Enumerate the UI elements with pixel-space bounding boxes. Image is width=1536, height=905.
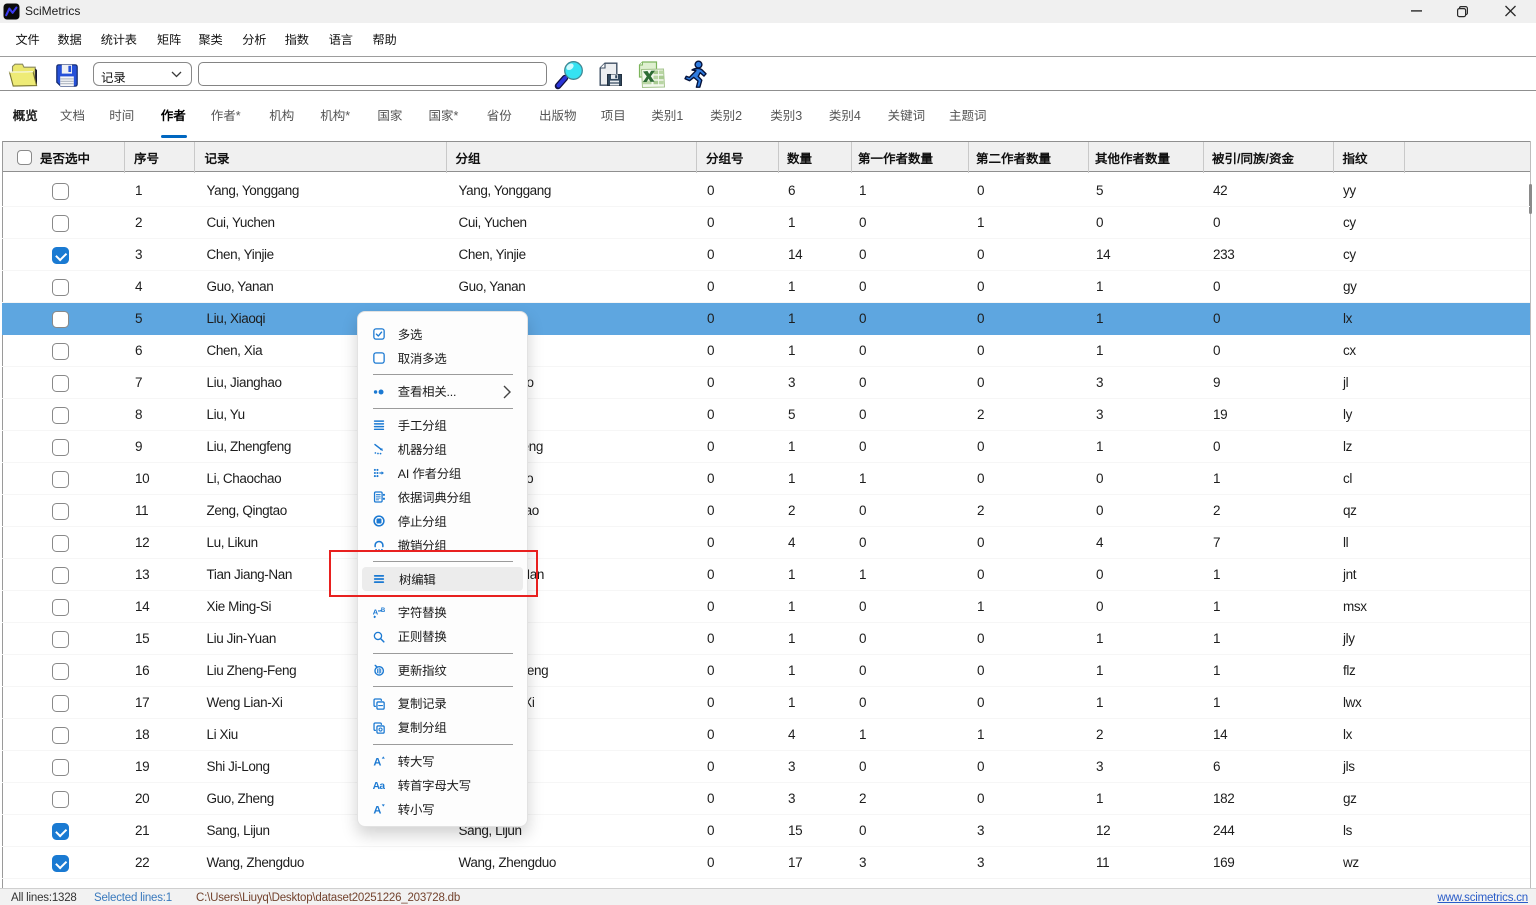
svg-text:B: B xyxy=(381,608,385,614)
svg-text:A: A xyxy=(373,805,381,815)
svg-text:A: A xyxy=(373,757,381,767)
svg-text:A: A xyxy=(373,607,379,616)
svg-text:a: a xyxy=(379,781,385,791)
